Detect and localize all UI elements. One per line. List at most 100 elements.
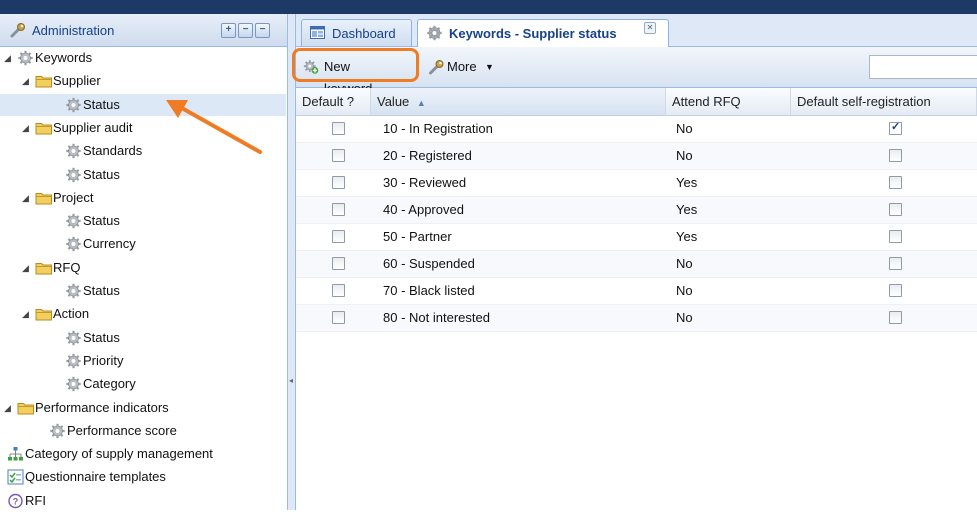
collapse-arrow-icon[interactable]: ◂ (289, 376, 293, 385)
gear-icon (427, 25, 442, 41)
tree-item-priority[interactable]: Priority (0, 350, 286, 372)
column-header-default[interactable]: Default ? (296, 88, 371, 115)
folder-icon (35, 120, 52, 136)
self-registration-checkbox[interactable] (889, 284, 902, 297)
value-cell: 50 - Partner (383, 229, 452, 244)
close-tab-icon[interactable]: ✕ (644, 22, 656, 34)
tab-bar: Dashboard Keywords - Supplier status ✕ (296, 14, 977, 47)
tree-item-supplier[interactable]: ◢ Supplier (0, 70, 286, 92)
default-checkbox[interactable] (332, 311, 345, 324)
default-checkbox[interactable] (332, 284, 345, 297)
expand-arrow-icon[interactable]: ◢ (22, 187, 32, 209)
collapse-all-icon[interactable]: − (238, 23, 253, 38)
tab-keywords-supplier-status[interactable]: Keywords - Supplier status ✕ (417, 19, 669, 47)
attend-rfq-cell: No (676, 256, 693, 271)
search-input[interactable] (869, 55, 977, 79)
gear-icon (65, 213, 82, 229)
gear-icon (65, 353, 82, 369)
gear-icon (65, 330, 82, 346)
default-checkbox[interactable] (332, 230, 345, 243)
tree-item-label: Questionnaire templates (25, 469, 166, 485)
column-header-default-self-registration[interactable]: Default self-registration (791, 88, 977, 115)
table-row[interactable]: 20 - Registered No (296, 143, 977, 170)
tab-dashboard-label: Dashboard (332, 26, 396, 41)
tab-dashboard[interactable]: Dashboard (301, 19, 412, 46)
more-menu-button[interactable]: More ▼ (428, 56, 498, 78)
folder-icon (35, 73, 52, 89)
table-row[interactable]: 70 - Black listed No (296, 278, 977, 305)
table-row[interactable]: 30 - Reviewed Yes (296, 170, 977, 197)
expand-arrow-icon[interactable]: ◢ (22, 257, 32, 279)
tree-item-label: Action (53, 306, 90, 322)
folder-icon (35, 306, 52, 322)
tree-item-label: Category (83, 376, 136, 392)
table-row[interactable]: 60 - Suspended No (296, 251, 977, 278)
gear-icon (65, 97, 82, 113)
attend-rfq-cell: No (676, 121, 693, 136)
tree-item-action[interactable]: ◢ Action (0, 303, 286, 325)
tree-item-rfi[interactable]: ? RFI (0, 490, 286, 512)
expand-arrow-icon[interactable]: ◢ (4, 47, 14, 69)
default-checkbox[interactable] (332, 257, 345, 270)
self-registration-checkbox[interactable] (889, 230, 902, 243)
self-registration-checkbox[interactable] (889, 203, 902, 216)
minimize-panel-icon[interactable]: − (255, 23, 270, 38)
gear-icon (65, 236, 82, 252)
panel-splitter[interactable]: ◂ (288, 14, 296, 510)
tree-item-performance-indicators[interactable]: ◢ Performance indicators (0, 397, 286, 419)
expand-arrow-icon[interactable]: ◢ (22, 117, 32, 139)
attend-rfq-cell: Yes (676, 175, 698, 190)
self-registration-checkbox[interactable] (889, 176, 902, 189)
tree-item-status[interactable]: Status (0, 210, 286, 232)
default-checkbox[interactable] (332, 203, 345, 216)
self-registration-checkbox[interactable] (889, 149, 902, 162)
column-header-value[interactable]: Value ▲ (371, 88, 666, 115)
tree-item-category-of-supply-management[interactable]: Category of supply management (0, 443, 286, 465)
tree-item-status[interactable]: Status (0, 327, 286, 349)
table-row[interactable]: 10 - In Registration No ✓ (296, 116, 977, 143)
folder-icon (17, 400, 34, 416)
tree-item-performance-score[interactable]: Performance score (0, 420, 286, 442)
tree-item-label: Standards (83, 143, 143, 159)
tree-item-label: Priority (83, 352, 124, 368)
tree-item-status[interactable]: Status (0, 280, 286, 302)
gear-icon (49, 423, 66, 439)
tree-item-currency[interactable]: Currency (0, 233, 286, 255)
tree-item-label: Status (83, 96, 120, 112)
tree-item-keywords[interactable]: ◢ Keywords (0, 47, 286, 69)
tree-item-status[interactable]: Status (0, 164, 286, 186)
self-registration-checkbox[interactable] (889, 311, 902, 324)
folder-icon (35, 190, 52, 206)
expand-all-icon[interactable]: + (221, 23, 236, 38)
tree-item-rfq[interactable]: ◢ RFQ (0, 257, 286, 279)
default-checkbox[interactable] (332, 149, 345, 162)
tree-item-questionnaire-templates[interactable]: Questionnaire templates (0, 466, 286, 488)
table-row[interactable]: 80 - Not interested No (296, 305, 977, 332)
tree-item-label: Status (83, 166, 120, 182)
attend-rfq-cell: No (676, 283, 693, 298)
column-header-attend-rfq[interactable]: Attend RFQ (666, 88, 791, 115)
default-checkbox[interactable] (332, 122, 345, 135)
self-registration-checkbox[interactable]: ✓ (889, 121, 902, 135)
app-top-bar (0, 0, 977, 14)
dashboard-icon (310, 26, 325, 39)
tree-item-project[interactable]: ◢ Project (0, 187, 286, 209)
attend-rfq-cell: Yes (676, 202, 698, 217)
tree-item-category[interactable]: Category (0, 373, 286, 395)
wrench-icon (10, 23, 25, 38)
admin-panel-title: Administration (32, 23, 115, 38)
sort-ascending-icon: ▲ (416, 98, 426, 108)
table-row[interactable]: 50 - Partner Yes (296, 224, 977, 251)
tree-item-label: Currency (83, 236, 136, 252)
tree-item-label: RFI (25, 492, 46, 508)
table-row[interactable]: 40 - Approved Yes (296, 197, 977, 224)
value-cell: 30 - Reviewed (383, 175, 467, 190)
expand-arrow-icon[interactable]: ◢ (22, 303, 32, 325)
expand-arrow-icon[interactable]: ◢ (4, 397, 14, 419)
value-cell: 60 - Suspended (383, 256, 475, 271)
default-checkbox[interactable] (332, 176, 345, 189)
expand-arrow-icon[interactable]: ◢ (22, 70, 32, 92)
self-registration-checkbox[interactable] (889, 257, 902, 270)
tab-keywords-label: Keywords - Supplier status (449, 26, 617, 41)
tree-item-label: Keywords (35, 50, 93, 65)
